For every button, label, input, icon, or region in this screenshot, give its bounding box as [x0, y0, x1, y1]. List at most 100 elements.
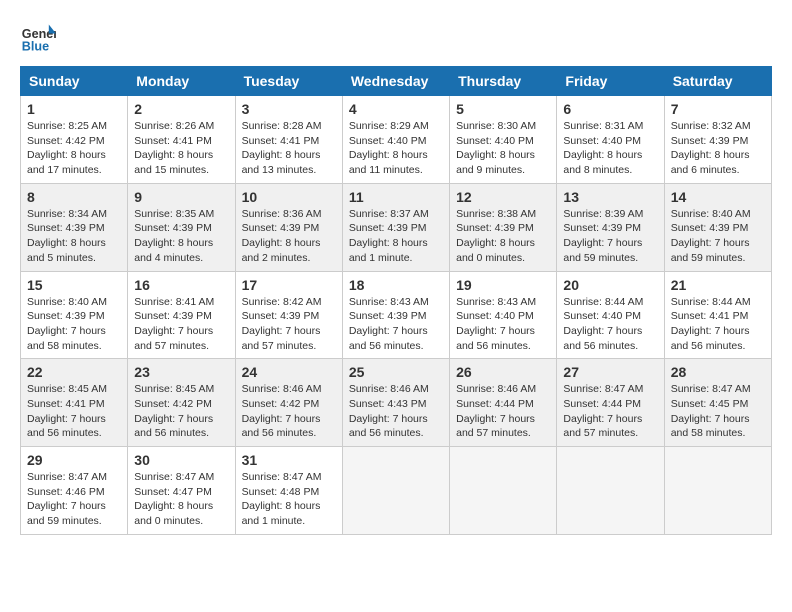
day-number: 4: [349, 101, 443, 117]
day-info: Sunrise: 8:26 AMSunset: 4:41 PMDaylight:…: [134, 119, 228, 178]
day-cell-19: 19 Sunrise: 8:43 AMSunset: 4:40 PMDayligh…: [450, 271, 557, 359]
day-info: Sunrise: 8:40 AMSunset: 4:39 PMDaylight:…: [27, 295, 121, 354]
day-cell-1: 1 Sunrise: 8:25 AMSunset: 4:42 PMDaylight…: [21, 96, 128, 184]
day-cell-28: 28Sunrise: 8:47 AMSunset: 4:45 PMDayligh…: [664, 359, 771, 447]
day-info: Sunrise: 8:47 AMSunset: 4:44 PMDaylight:…: [563, 382, 657, 441]
day-number: 3: [242, 101, 336, 117]
day-number: 21: [671, 277, 765, 293]
day-number: 10: [242, 189, 336, 205]
day-number: 24: [242, 364, 336, 380]
calendar-header: SundayMondayTuesdayWednesdayThursdayFrid…: [21, 67, 772, 96]
day-number: 9: [134, 189, 228, 205]
page-header: General Blue: [20, 20, 772, 56]
day-number: 12: [456, 189, 550, 205]
day-info: Sunrise: 8:28 AMSunset: 4:41 PMDaylight:…: [242, 119, 336, 178]
day-info: Sunrise: 8:36 AMSunset: 4:39 PMDaylight:…: [242, 207, 336, 266]
day-cell-21: 21 Sunrise: 8:44 AMSunset: 4:41 PMDayligh…: [664, 271, 771, 359]
day-number: 15: [27, 277, 121, 293]
day-cell-26: 26 Sunrise: 8:46 AMSunset: 4:44 PMDayligh…: [450, 359, 557, 447]
empty-cell: [557, 447, 664, 535]
day-cell-10: 10 Sunrise: 8:36 AMSunset: 4:39 PMDayligh…: [235, 183, 342, 271]
day-number: 14: [671, 189, 765, 205]
day-info: Sunrise: 8:38 AMSunset: 4:39 PMDaylight:…: [456, 207, 550, 266]
day-info: Sunrise: 8:41 AMSunset: 4:39 PMDaylight:…: [134, 295, 228, 354]
day-info: Sunrise: 8:42 AMSunset: 4:39 PMDaylight:…: [242, 295, 336, 354]
day-number: 27: [563, 364, 657, 380]
day-info: Sunrise: 8:44 AMSunset: 4:40 PMDaylight:…: [563, 295, 657, 354]
day-info: Sunrise: 8:32 AMSunset: 4:39 PMDaylight:…: [671, 119, 765, 178]
day-cell-17: 17Sunrise: 8:42 AMSunset: 4:39 PMDayligh…: [235, 271, 342, 359]
day-info: Sunrise: 8:47 AMSunset: 4:47 PMDaylight:…: [134, 470, 228, 529]
day-cell-7: 7Sunrise: 8:32 AMSunset: 4:39 PMDaylight…: [664, 96, 771, 184]
day-number: 19: [456, 277, 550, 293]
day-cell-6: 6Sunrise: 8:31 AMSunset: 4:40 PMDaylight…: [557, 96, 664, 184]
day-cell-27: 27 Sunrise: 8:47 AMSunset: 4:44 PMDayligh…: [557, 359, 664, 447]
empty-cell: [342, 447, 449, 535]
day-info: Sunrise: 8:46 AMSunset: 4:42 PMDaylight:…: [242, 382, 336, 441]
day-number: 8: [27, 189, 121, 205]
header-day-tuesday: Tuesday: [235, 67, 342, 96]
day-cell-2: 2Sunrise: 8:26 AMSunset: 4:41 PMDaylight…: [128, 96, 235, 184]
day-cell-22: 22 Sunrise: 8:45 AMSunset: 4:41 PMDayligh…: [21, 359, 128, 447]
day-cell-4: 4 Sunrise: 8:29 AMSunset: 4:40 PMDaylight…: [342, 96, 449, 184]
day-number: 6: [563, 101, 657, 117]
day-cell-31: 31Sunrise: 8:47 AMSunset: 4:48 PMDayligh…: [235, 447, 342, 535]
day-info: Sunrise: 8:34 AMSunset: 4:39 PMDaylight:…: [27, 207, 121, 266]
day-cell-20: 20 Sunrise: 8:44 AMSunset: 4:40 PMDayligh…: [557, 271, 664, 359]
day-info: Sunrise: 8:29 AMSunset: 4:40 PMDaylight:…: [349, 119, 443, 178]
day-number: 22: [27, 364, 121, 380]
calendar-week-4: 22 Sunrise: 8:45 AMSunset: 4:41 PMDayligh…: [21, 359, 772, 447]
day-cell-3: 3 Sunrise: 8:28 AMSunset: 4:41 PMDaylight…: [235, 96, 342, 184]
day-info: Sunrise: 8:25 AMSunset: 4:42 PMDaylight:…: [27, 119, 121, 178]
day-cell-25: 25 Sunrise: 8:46 AMSunset: 4:43 PMDayligh…: [342, 359, 449, 447]
day-number: 18: [349, 277, 443, 293]
calendar-table: SundayMondayTuesdayWednesdayThursdayFrid…: [20, 66, 772, 535]
day-cell-8: 8 Sunrise: 8:34 AMSunset: 4:39 PMDaylight…: [21, 183, 128, 271]
header-day-saturday: Saturday: [664, 67, 771, 96]
calendar-week-2: 8 Sunrise: 8:34 AMSunset: 4:39 PMDaylight…: [21, 183, 772, 271]
day-cell-30: 30 Sunrise: 8:47 AMSunset: 4:47 PMDayligh…: [128, 447, 235, 535]
day-cell-5: 5 Sunrise: 8:30 AMSunset: 4:40 PMDaylight…: [450, 96, 557, 184]
day-number: 23: [134, 364, 228, 380]
day-info: Sunrise: 8:43 AMSunset: 4:40 PMDaylight:…: [456, 295, 550, 354]
day-cell-15: 15 Sunrise: 8:40 AMSunset: 4:39 PMDayligh…: [21, 271, 128, 359]
day-cell-18: 18Sunrise: 8:43 AMSunset: 4:39 PMDayligh…: [342, 271, 449, 359]
calendar-week-5: 29Sunrise: 8:47 AMSunset: 4:46 PMDayligh…: [21, 447, 772, 535]
day-info: Sunrise: 8:35 AMSunset: 4:39 PMDaylight:…: [134, 207, 228, 266]
header-row: SundayMondayTuesdayWednesdayThursdayFrid…: [21, 67, 772, 96]
logo: General Blue: [20, 20, 60, 56]
day-number: 5: [456, 101, 550, 117]
empty-cell: [664, 447, 771, 535]
empty-cell: [450, 447, 557, 535]
day-info: Sunrise: 8:47 AMSunset: 4:46 PMDaylight:…: [27, 470, 121, 529]
day-number: 30: [134, 452, 228, 468]
day-number: 16: [134, 277, 228, 293]
day-number: 25: [349, 364, 443, 380]
day-cell-29: 29Sunrise: 8:47 AMSunset: 4:46 PMDayligh…: [21, 447, 128, 535]
day-number: 28: [671, 364, 765, 380]
day-info: Sunrise: 8:46 AMSunset: 4:43 PMDaylight:…: [349, 382, 443, 441]
logo-icon: General Blue: [20, 20, 56, 56]
day-info: Sunrise: 8:46 AMSunset: 4:44 PMDaylight:…: [456, 382, 550, 441]
day-number: 1: [27, 101, 121, 117]
day-info: Sunrise: 8:44 AMSunset: 4:41 PMDaylight:…: [671, 295, 765, 354]
header-day-thursday: Thursday: [450, 67, 557, 96]
day-cell-9: 9 Sunrise: 8:35 AMSunset: 4:39 PMDaylight…: [128, 183, 235, 271]
day-info: Sunrise: 8:45 AMSunset: 4:42 PMDaylight:…: [134, 382, 228, 441]
day-number: 13: [563, 189, 657, 205]
day-info: Sunrise: 8:45 AMSunset: 4:41 PMDaylight:…: [27, 382, 121, 441]
day-info: Sunrise: 8:37 AMSunset: 4:39 PMDaylight:…: [349, 207, 443, 266]
day-cell-13: 13 Sunrise: 8:39 AMSunset: 4:39 PMDayligh…: [557, 183, 664, 271]
day-cell-16: 16 Sunrise: 8:41 AMSunset: 4:39 PMDayligh…: [128, 271, 235, 359]
day-number: 31: [242, 452, 336, 468]
day-cell-24: 24 Sunrise: 8:46 AMSunset: 4:42 PMDayligh…: [235, 359, 342, 447]
header-day-sunday: Sunday: [21, 67, 128, 96]
day-info: Sunrise: 8:30 AMSunset: 4:40 PMDaylight:…: [456, 119, 550, 178]
day-cell-12: 12 Sunrise: 8:38 AMSunset: 4:39 PMDayligh…: [450, 183, 557, 271]
day-info: Sunrise: 8:39 AMSunset: 4:39 PMDaylight:…: [563, 207, 657, 266]
day-number: 11: [349, 189, 443, 205]
header-day-monday: Monday: [128, 67, 235, 96]
day-number: 20: [563, 277, 657, 293]
day-number: 26: [456, 364, 550, 380]
svg-text:Blue: Blue: [22, 40, 49, 54]
